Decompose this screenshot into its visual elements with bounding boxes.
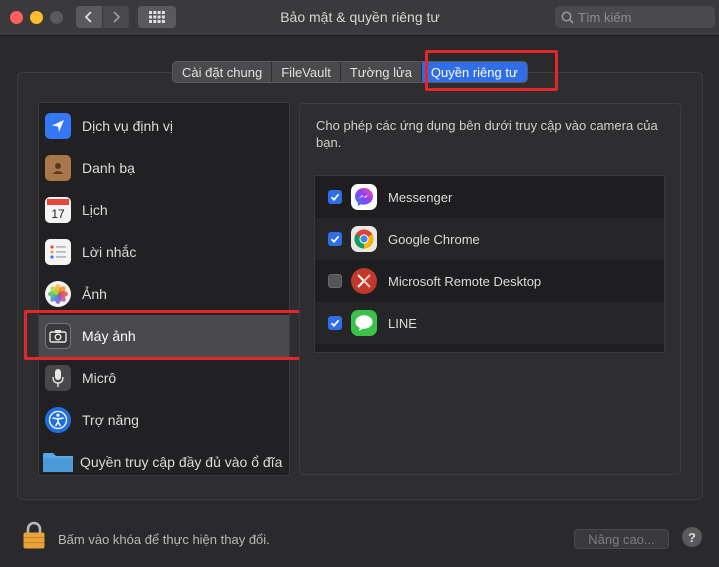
app-row-messenger: Messenger — [315, 176, 664, 218]
chevron-right-icon — [113, 11, 121, 23]
sidebar-item-reminders[interactable]: Lời nhắc — [39, 231, 289, 273]
checkmark-icon — [330, 193, 340, 202]
forward-button[interactable] — [103, 6, 129, 28]
chevron-left-icon — [84, 11, 92, 23]
highlight-box-camera-item — [24, 310, 306, 360]
sidebar-item-label: Quyền truy cập đầy đủ vào ổ đĩa — [80, 454, 283, 470]
sidebar-item-location[interactable]: Dịch vụ định vị — [39, 105, 289, 147]
sidebar-item-label: Lịch — [82, 202, 108, 218]
search-box[interactable] — [555, 6, 715, 28]
sidebar-item-label: Trợ năng — [82, 412, 139, 428]
app-row-microsoft-remote-desktop: Microsoft Remote Desktop — [315, 260, 664, 302]
remote-desktop-icon — [351, 268, 377, 294]
maximize-window-button[interactable] — [50, 11, 63, 24]
app-name: Microsoft Remote Desktop — [388, 273, 542, 289]
back-button[interactable] — [76, 6, 102, 28]
sidebar-item-accessibility[interactable]: Trợ năng — [39, 399, 289, 441]
location-icon — [45, 113, 71, 139]
minimize-window-button[interactable] — [30, 11, 43, 24]
lock-icon[interactable] — [22, 521, 46, 549]
app-row-google-chrome: Google Chrome — [315, 218, 664, 260]
contacts-icon — [45, 155, 71, 181]
app-name: Messenger — [388, 189, 453, 205]
photos-icon — [45, 281, 71, 307]
sidebar-item-contacts[interactable]: Danh bạ — [39, 147, 289, 189]
sidebar-item-calendar[interactable]: 17 Lịch — [39, 189, 289, 231]
reminders-icon — [45, 239, 71, 265]
help-button[interactable]: ? — [682, 527, 702, 547]
sidebar-item-label: Danh bạ — [82, 160, 135, 176]
advanced-button[interactable]: Nâng cao... — [574, 529, 669, 549]
search-input[interactable] — [578, 9, 708, 25]
permission-description: Cho phép các ứng dụng bên dưới truy cập … — [316, 118, 658, 150]
app-row-line: LINE — [315, 302, 664, 344]
microsoft-remote-desktop-checkbox[interactable] — [328, 274, 342, 288]
privacy-category-list: Dịch vụ định vị Danh bạ 17 Lịch Lời nhắc — [38, 102, 290, 476]
title-bar: Bảo mật & quyền riêng tư — [0, 0, 719, 36]
accessibility-icon — [45, 407, 71, 433]
app-name: LINE — [388, 315, 417, 331]
close-window-button[interactable] — [10, 11, 23, 24]
microphone-icon — [45, 365, 71, 391]
tab-general[interactable]: Cài đặt chung — [173, 62, 273, 82]
calendar-icon: 17 — [45, 197, 71, 223]
folder-icon — [42, 449, 74, 475]
show-all-button[interactable] — [138, 6, 176, 28]
sidebar-item-microphone[interactable]: Micrô — [39, 357, 289, 399]
app-name: Google Chrome — [388, 231, 480, 247]
sidebar-item-full-disk-access[interactable]: Quyền truy cập đầy đủ vào ổ đĩa — [39, 441, 289, 475]
highlight-box-privacy-tab — [425, 50, 558, 91]
app-permission-list: Messenger Google Chrome Microsoft Remote… — [314, 175, 665, 353]
messenger-checkbox[interactable] — [328, 190, 342, 204]
checkmark-icon — [330, 319, 340, 328]
lock-hint-text: Bấm vào khóa để thực hiện thay đổi. — [58, 532, 270, 547]
window-title: Bảo mật & quyền riêng tư — [280, 9, 440, 25]
search-icon — [561, 11, 574, 24]
svg-text:17: 17 — [51, 207, 65, 221]
sidebar-item-label: Lời nhắc — [82, 244, 137, 260]
sidebar-item-label: Micrô — [82, 370, 117, 386]
sidebar-item-label: Ảnh — [82, 286, 107, 302]
tab-filevault[interactable]: FileVault — [272, 62, 341, 82]
checkmark-icon — [330, 235, 340, 244]
sidebar-item-photos[interactable]: Ảnh — [39, 273, 289, 315]
google-chrome-checkbox[interactable] — [328, 232, 342, 246]
sidebar-item-label: Dịch vụ định vị — [82, 118, 174, 134]
line-icon — [351, 310, 377, 336]
chrome-icon — [351, 226, 377, 252]
line-checkbox[interactable] — [328, 316, 342, 330]
messenger-icon — [351, 184, 377, 210]
grid-icon — [149, 11, 165, 23]
tab-firewall[interactable]: Tường lửa — [341, 62, 422, 82]
